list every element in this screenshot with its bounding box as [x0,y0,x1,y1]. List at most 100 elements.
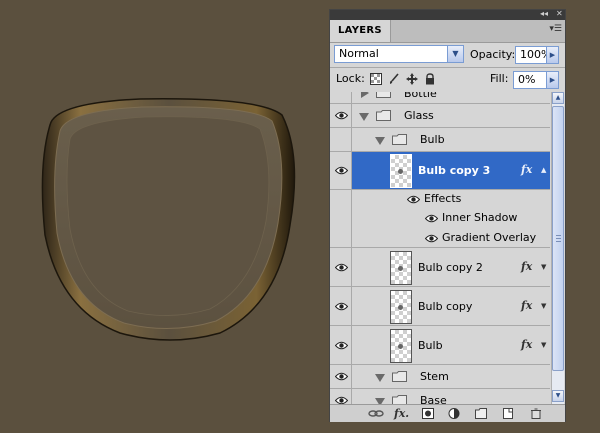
visibility-toggle[interactable] [330,326,352,364]
lock-icon[interactable] [424,73,436,85]
fill-label: Fill: [490,72,509,85]
eye-icon[interactable] [335,263,348,272]
folder-icon [392,134,407,145]
layers-panel: ◂◂ ✕ LAYERS ▾☰ Normal ▼ Opacity: 100% ▶ … [329,9,566,422]
eye-icon[interactable] [335,166,348,175]
scrollbar-thumb[interactable] [552,106,564,371]
effects-spacer [330,228,352,247]
expand-effects-icon[interactable]: ▼ [541,302,546,310]
eye-icon[interactable] [335,396,348,404]
adjustment-icon[interactable] [448,408,460,419]
visibility-toggle[interactable] [330,104,352,127]
layer-group-glass[interactable]: Glass [330,104,550,128]
panel-tab-row: LAYERS ▾☰ [330,20,565,43]
fill-field[interactable]: 0% ▶ [513,71,559,89]
layer-name: Bulb copy 3 [418,164,491,177]
folder-icon [392,371,407,382]
layer-name: Bulb [418,339,443,352]
visibility-toggle[interactable] [330,128,352,151]
visibility-toggle[interactable] [330,287,352,325]
fill-arrow-icon[interactable]: ▶ [546,72,558,88]
lock-transparency-icon[interactable] [370,73,382,85]
opacity-label: Opacity: [470,48,516,61]
visibility-toggle[interactable] [330,92,352,103]
visibility-toggle[interactable] [330,365,352,388]
layer-bulb-copy-3[interactable]: Bulb copy 3 fx ▲ [330,152,550,190]
eye-icon[interactable] [335,302,348,311]
effect-gradient-overlay[interactable]: Gradient Overlay [330,228,550,248]
layers-list: Bottle Glass Bulb Bulb copy 3 fx ▲ Effec… [330,92,565,404]
link-icon[interactable] [368,408,384,419]
layers-bottom-toolbar: fx. [330,404,565,422]
panel-titlebar[interactable]: ◂◂ ✕ [330,8,565,20]
eye-icon[interactable] [425,214,438,223]
folder-icon [392,395,407,404]
new-group-icon[interactable] [475,408,487,419]
collapse-icon[interactable]: ◂◂ [540,8,548,20]
effects-label: Effects [424,192,462,205]
new-layer-icon[interactable] [502,408,514,419]
layer-bulb-copy-2[interactable]: Bulb copy 2 fx ▼ [330,248,550,287]
fx-icon[interactable]: fx [521,163,532,176]
layer-bulb[interactable]: Bulb fx ▼ [330,326,550,365]
layer-bottle[interactable]: Bottle [330,92,550,104]
move-icon[interactable] [406,73,418,85]
blend-mode-value: Normal [339,47,379,60]
glass-bulb-artwork [41,98,296,341]
expand-effects-icon[interactable]: ▲ [541,166,546,174]
fx-icon[interactable]: fx [521,338,532,351]
panel-menu-icon[interactable]: ▾☰ [549,24,562,34]
collapse-group-icon[interactable] [375,374,385,382]
effect-name: Gradient Overlay [442,231,537,244]
expand-effects-icon[interactable]: ▼ [541,263,546,271]
scroll-up-icon[interactable]: ▲ [552,92,564,104]
layer-name: Bulb copy [418,300,473,313]
layer-thumbnail [390,290,412,324]
tab-layers[interactable]: LAYERS [330,20,391,42]
layer-thumbnail [390,154,412,188]
eye-icon[interactable] [335,372,348,381]
mask-icon[interactable] [422,408,434,419]
lock-label: Lock: [336,72,365,85]
blend-row: Normal ▼ Opacity: 100% ▶ [330,43,565,67]
fx-icon[interactable]: fx [521,299,532,312]
visibility-toggle[interactable] [330,152,352,189]
effect-name: Inner Shadow [442,211,518,224]
layer-name: Bottle [404,92,437,100]
visibility-toggle[interactable] [330,248,352,286]
layer-name: Bulb [420,133,445,146]
fx-icon[interactable]: fx. [394,407,409,420]
layer-name: Base [420,394,447,404]
brush-icon[interactable] [388,73,400,85]
visibility-toggle[interactable] [330,389,352,404]
eye-icon[interactable] [425,234,438,243]
effects-row[interactable]: Effects [330,190,550,209]
close-icon[interactable]: ✕ [556,8,563,20]
fx-icon[interactable]: fx [521,260,532,273]
collapse-group-icon[interactable] [359,113,369,121]
layers-scrollbar[interactable]: ▲ ▼ [551,92,564,404]
chevron-down-icon[interactable]: ▼ [447,46,463,62]
lock-row: Lock: Fill: 0% ▶ [330,67,565,93]
layer-group-base[interactable]: Base [330,389,550,404]
effect-inner-shadow[interactable]: Inner Shadow [330,209,550,228]
eye-icon[interactable] [407,195,420,204]
expand-icon[interactable] [361,92,369,98]
collapse-group-icon[interactable] [375,137,385,145]
fill-value: 0% [518,73,536,86]
trash-icon[interactable] [530,408,542,419]
layer-group-bulb[interactable]: Bulb [330,128,550,152]
layer-thumbnail [390,251,412,285]
scroll-down-icon[interactable]: ▼ [552,390,564,402]
folder-icon [376,92,391,98]
layer-name: Glass [404,109,434,122]
blend-mode-select[interactable]: Normal ▼ [334,45,464,63]
opacity-arrow-icon[interactable]: ▶ [546,47,558,63]
opacity-field[interactable]: 100% ▶ [515,46,559,64]
eye-icon[interactable] [335,341,348,350]
eye-icon[interactable] [335,111,348,120]
layer-bulb-copy[interactable]: Bulb copy fx ▼ [330,287,550,326]
expand-effects-icon[interactable]: ▼ [541,341,546,349]
folder-icon [376,110,391,121]
layer-group-stem[interactable]: Stem [330,365,550,389]
